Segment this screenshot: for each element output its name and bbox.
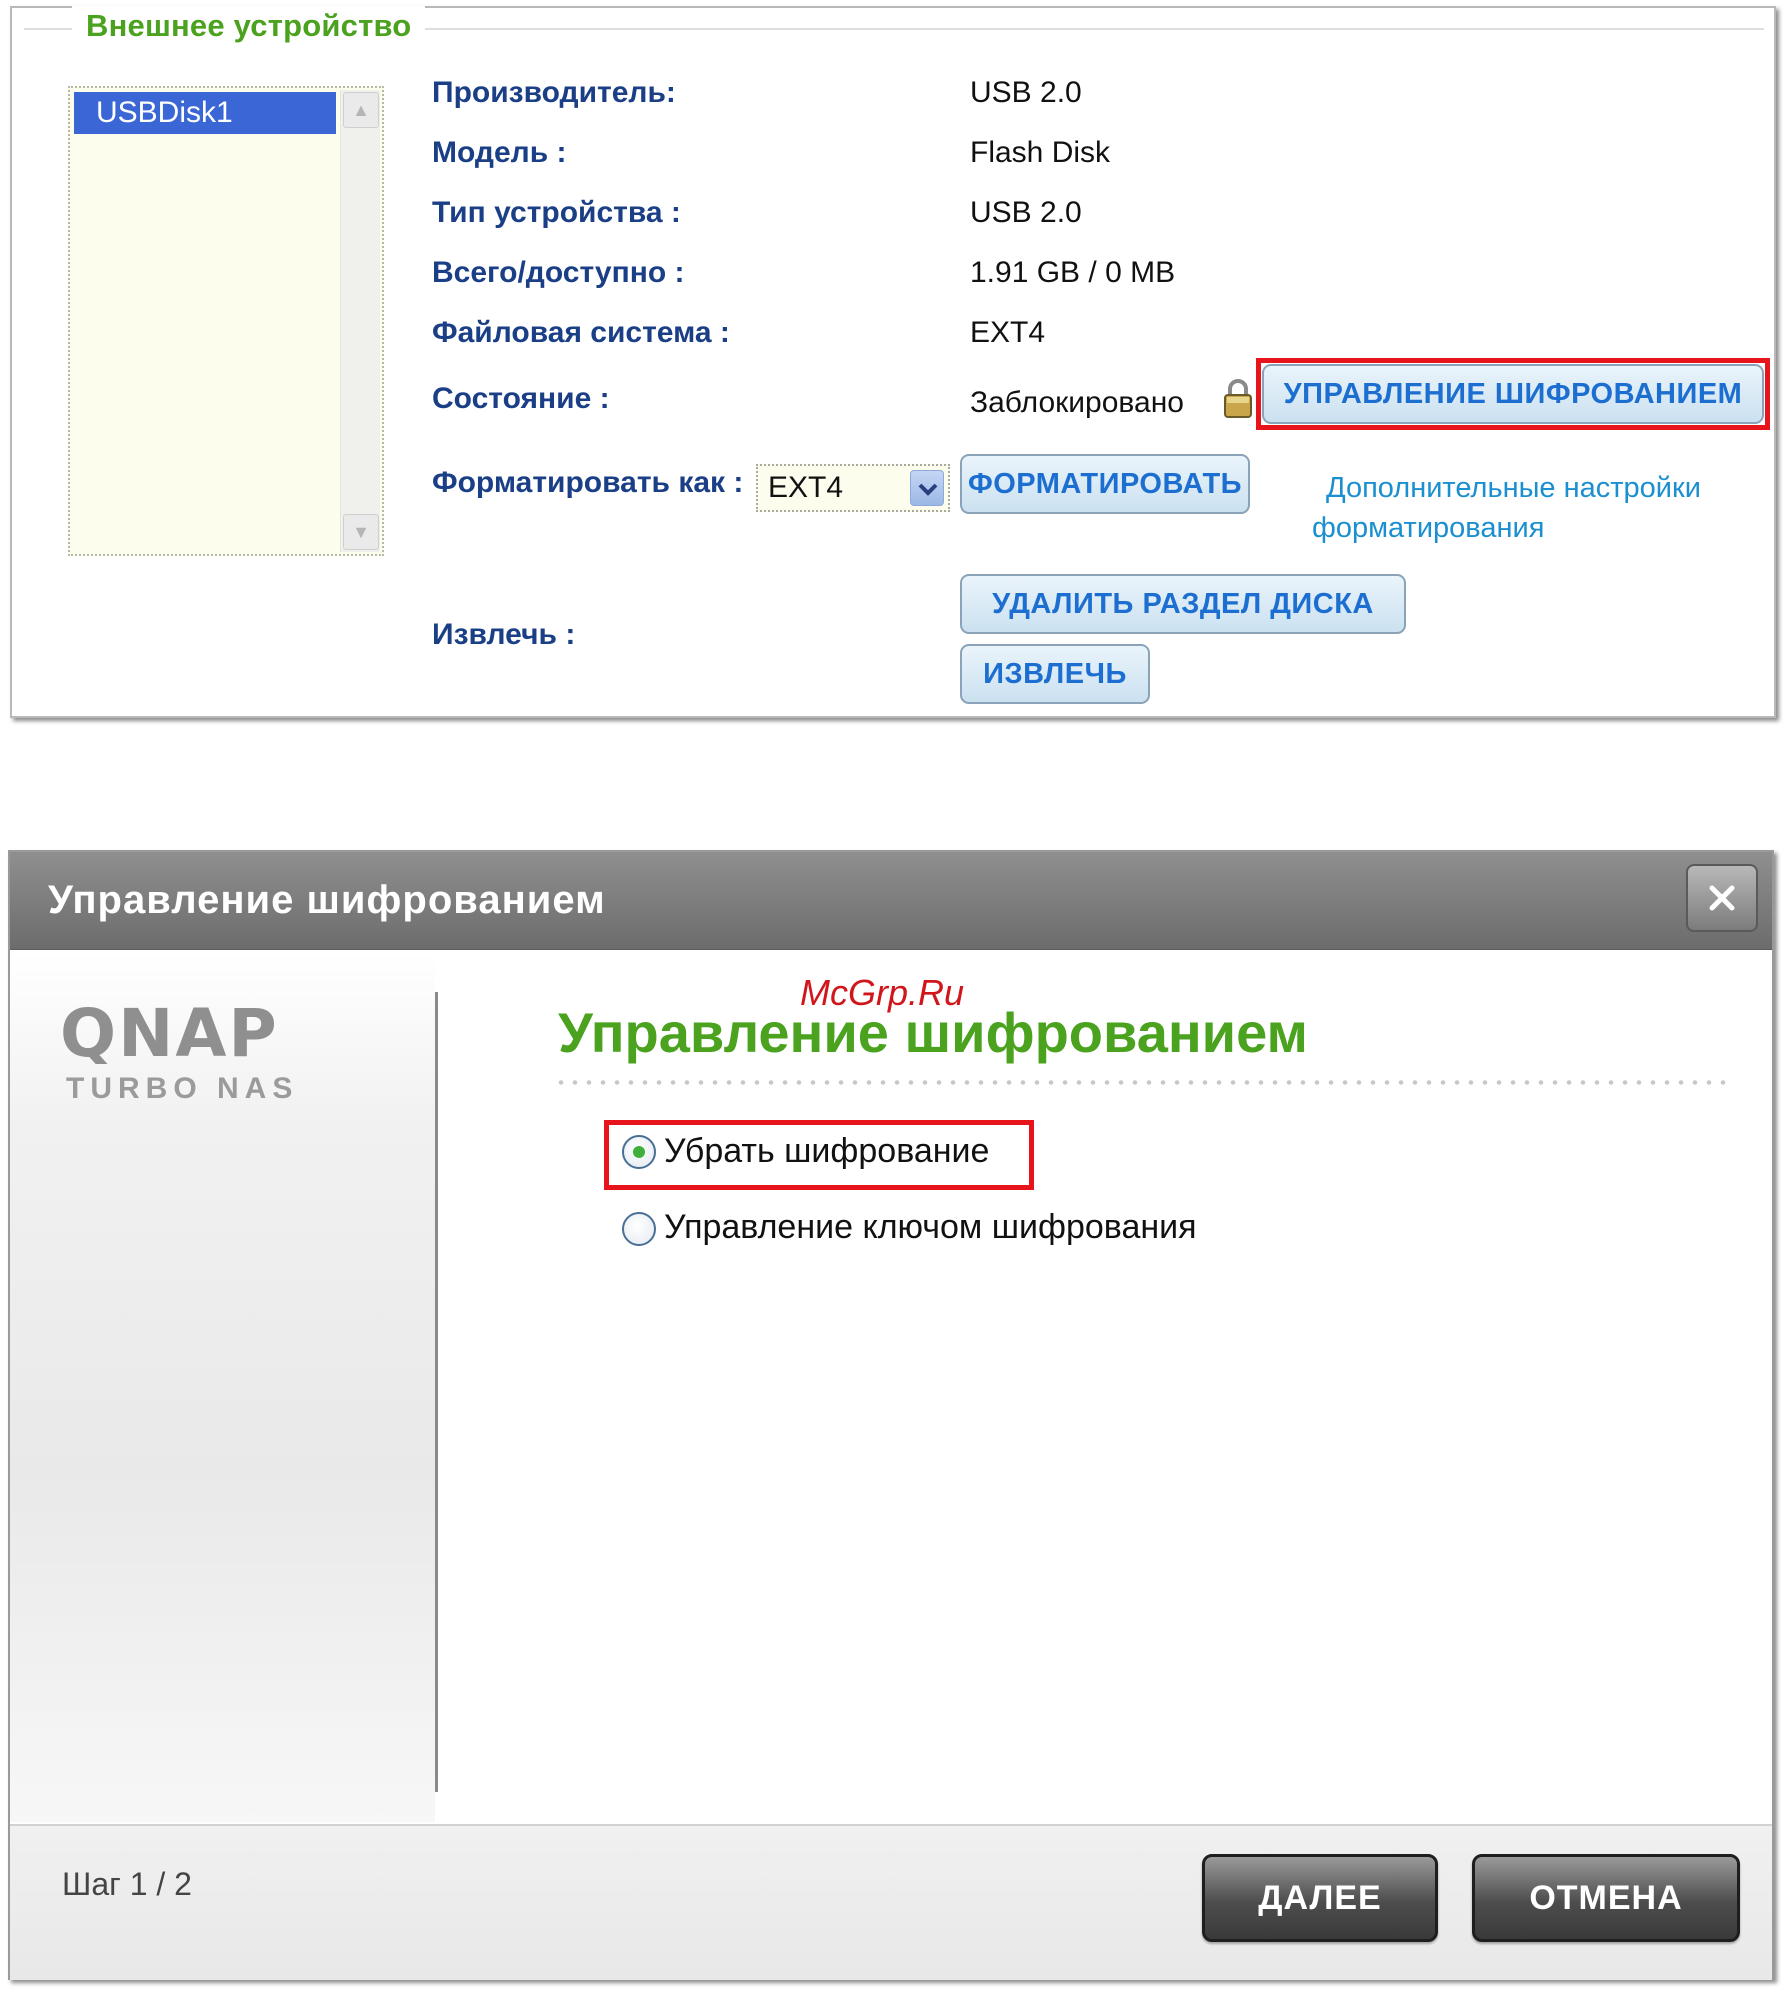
highlight-frame	[1256, 358, 1770, 430]
delete-partition-button[interactable]: УДАЛИТЬ РАЗДЕЛ ДИСКА	[960, 574, 1406, 634]
cancel-button[interactable]: ОТМЕНА	[1472, 1854, 1740, 1942]
advanced-format-settings-link[interactable]: Дополнительные настройки форматирования	[1312, 468, 1701, 548]
format-type-value: EXT4	[768, 471, 844, 504]
eject-label: Извлечь :	[432, 618, 576, 651]
format-button[interactable]: ФОРМАТИРОВАТЬ	[960, 454, 1250, 514]
advanced-link-line1[interactable]: Дополнительные настройки	[1312, 468, 1701, 508]
remove-encryption-label[interactable]: Убрать шифрование	[664, 1132, 989, 1171]
eject-button[interactable]: ИЗВЛЕЧЬ	[960, 644, 1150, 704]
device-type-label: Тип устройства :	[432, 196, 681, 229]
filesystem-value: EXT4	[970, 316, 1046, 349]
pane-divider	[435, 992, 438, 1792]
capacity-value: 1.91 GB / 0 MB	[970, 256, 1176, 289]
panel-title: Внешнее устройство	[72, 6, 426, 46]
step-indicator: Шаг 1 / 2	[62, 1866, 192, 1902]
svg-text:QNAP: QNAP	[60, 1000, 279, 1064]
manage-key-label[interactable]: Управление ключом шифрования	[664, 1208, 1197, 1247]
dotted-separator	[554, 1080, 1730, 1085]
chevron-down-icon[interactable]	[910, 470, 944, 506]
device-list-item[interactable]: USBDisk1	[74, 92, 336, 134]
format-type-select[interactable]: EXT4	[756, 464, 950, 512]
wizard-heading: Управление шифрованием	[558, 1001, 1308, 1064]
dialog-header: Управление шифрованием	[10, 852, 1772, 950]
format-as-label: Форматировать как :	[432, 466, 744, 499]
remove-encryption-radio[interactable]	[622, 1135, 656, 1169]
radio-selected-dot	[633, 1146, 645, 1158]
capacity-label: Всего/доступно :	[432, 256, 685, 289]
qnap-logo: QNAP	[60, 1000, 279, 1064]
dialog-footer: Шаг 1 / 2 ДАЛЕЕ ОТМЕНА	[10, 1824, 1772, 1980]
scroll-up-icon[interactable]: ▲	[343, 92, 379, 128]
encryption-dialog: Управление шифрованием QNAP TURBO NAS Mc…	[8, 850, 1774, 1980]
close-button[interactable]	[1686, 864, 1758, 932]
external-device-panel: Внешнее устройство USBDisk1 ▲ ▼ Производ…	[10, 6, 1776, 718]
device-list-scrollbar[interactable]: ▲ ▼	[340, 90, 380, 552]
close-icon[interactable]	[1688, 866, 1756, 930]
dialog-title: Управление шифрованием	[48, 878, 606, 922]
status-value: Заблокировано	[970, 386, 1184, 419]
device-type-value: USB 2.0	[970, 196, 1082, 229]
manage-key-radio[interactable]	[622, 1212, 656, 1246]
status-label: Состояние :	[432, 382, 610, 415]
advanced-link-line2[interactable]: форматирования	[1312, 508, 1701, 548]
device-list[interactable]: USBDisk1 ▲ ▼	[68, 86, 384, 556]
next-button[interactable]: ДАЛЕЕ	[1202, 1854, 1438, 1942]
model-value: Flash Disk	[970, 136, 1111, 169]
model-label: Модель :	[432, 136, 567, 169]
filesystem-label: Файловая система :	[432, 316, 730, 349]
manufacturer-value: USB 2.0	[970, 76, 1082, 109]
lock-icon	[1224, 379, 1252, 418]
manufacturer-label: Производитель:	[432, 76, 676, 109]
turbo-nas-label: TURBO NAS	[66, 1072, 299, 1105]
scroll-down-icon[interactable]: ▼	[343, 514, 379, 550]
